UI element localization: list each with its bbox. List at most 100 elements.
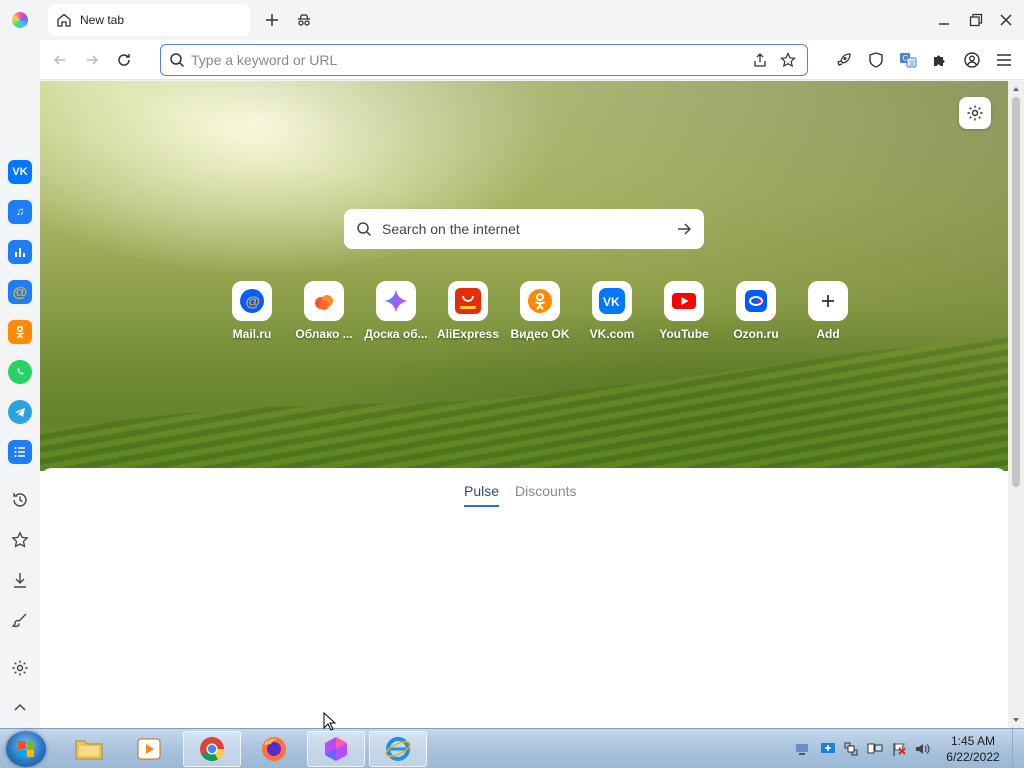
plus-icon bbox=[266, 14, 278, 26]
tab-new-tab[interactable]: New tab bbox=[48, 4, 250, 36]
tray-volume-icon[interactable] bbox=[914, 741, 930, 757]
browser-logo-icon[interactable] bbox=[12, 12, 28, 28]
rocket-icon bbox=[837, 53, 851, 66]
page-scrollbar[interactable] bbox=[1008, 81, 1024, 728]
tray-network-icon[interactable] bbox=[794, 741, 810, 757]
page-settings-button[interactable] bbox=[959, 97, 991, 129]
vk-icon: VK bbox=[592, 281, 632, 321]
taskbar-atom-browser[interactable] bbox=[307, 731, 365, 767]
sidebar-app-telegram[interactable] bbox=[8, 400, 32, 424]
collapse-sidebar-button[interactable] bbox=[10, 698, 30, 718]
new-tab-button[interactable] bbox=[262, 10, 282, 30]
sidebar-app-music[interactable]: ♫ bbox=[8, 200, 32, 224]
ozon-icon bbox=[736, 281, 776, 321]
speed-dial: @ Mail.ru Облако ... Доска об... AliExpr… bbox=[216, 281, 848, 345]
scroll-down-arrow-icon[interactable] bbox=[1012, 716, 1020, 724]
sidebar-app-whatsapp[interactable] bbox=[8, 360, 32, 384]
sidebar-app-tasks[interactable] bbox=[8, 440, 32, 464]
mouse-cursor-icon bbox=[323, 712, 337, 731]
tab-pulse[interactable]: Pulse bbox=[464, 483, 500, 507]
taskbar: 1:45 AM 6/22/2022 bbox=[0, 728, 1024, 768]
search-icon bbox=[170, 53, 185, 68]
chrome-icon bbox=[200, 737, 224, 762]
title-bar: New tab bbox=[0, 0, 1024, 40]
scroll-up-arrow-icon[interactable] bbox=[1012, 85, 1020, 93]
firefox-icon bbox=[262, 737, 286, 761]
aliexpress-icon bbox=[448, 281, 488, 321]
restore-button[interactable] bbox=[966, 10, 986, 30]
tile-vk[interactable]: VK VK.com bbox=[576, 281, 648, 345]
arrow-right-icon[interactable] bbox=[676, 221, 692, 237]
bookmarks-button[interactable] bbox=[10, 530, 30, 550]
themes-button[interactable] bbox=[10, 610, 30, 630]
atom-browser-icon bbox=[325, 737, 347, 761]
incognito-button[interactable] bbox=[294, 10, 314, 30]
downloads-button[interactable] bbox=[10, 570, 30, 590]
tray-windows-icon[interactable] bbox=[843, 741, 859, 757]
internet-explorer-icon bbox=[385, 737, 411, 761]
scrollbar-thumb[interactable] bbox=[1012, 97, 1020, 487]
sidebar-app-mail[interactable]: @ bbox=[8, 280, 32, 304]
background-image: Search on the internet @ Mail.ru Облако … bbox=[40, 81, 1008, 471]
minimize-button[interactable] bbox=[934, 10, 954, 30]
sidebar-app-ok[interactable] bbox=[8, 320, 32, 344]
history-icon bbox=[13, 493, 27, 507]
tile-add[interactable]: Add bbox=[792, 281, 864, 345]
protection-button[interactable] bbox=[866, 50, 886, 70]
tray-computer-icon[interactable] bbox=[867, 741, 883, 757]
settings-button[interactable] bbox=[10, 658, 30, 678]
rocket-button[interactable] bbox=[834, 50, 854, 70]
extensions-button[interactable] bbox=[930, 50, 950, 70]
clock-time: 1:45 AM bbox=[950, 734, 996, 748]
plus-icon bbox=[808, 281, 848, 321]
share-button[interactable] bbox=[751, 51, 769, 69]
svg-text:VK: VK bbox=[603, 295, 620, 309]
tile-youtube[interactable]: YouTube bbox=[648, 281, 720, 345]
profile-button[interactable] bbox=[962, 50, 982, 70]
download-icon bbox=[14, 573, 26, 588]
reload-button[interactable] bbox=[114, 50, 134, 70]
menu-button[interactable] bbox=[994, 50, 1014, 70]
mailru-icon: @ bbox=[232, 281, 272, 321]
start-button[interactable] bbox=[6, 731, 46, 767]
show-desktop-button[interactable] bbox=[1012, 729, 1024, 768]
tile-mailru[interactable]: @ Mail.ru bbox=[216, 281, 288, 345]
taskbar-internet-explorer[interactable] bbox=[369, 731, 427, 767]
hamburger-menu-icon bbox=[997, 54, 1011, 66]
feed-tabs: Pulse Discounts bbox=[464, 483, 577, 507]
translate-button[interactable]: G文 bbox=[898, 50, 918, 70]
search-icon bbox=[357, 222, 372, 237]
url-input[interactable] bbox=[185, 52, 751, 68]
taskbar-firefox[interactable] bbox=[245, 731, 303, 767]
address-bar[interactable] bbox=[160, 44, 808, 76]
tile-label: YouTube bbox=[659, 327, 709, 341]
tray-flag-alert-icon[interactable] bbox=[891, 741, 907, 757]
folder-icon bbox=[75, 740, 103, 760]
tile-doska[interactable]: Доска об... bbox=[360, 281, 432, 345]
taskbar-chrome[interactable] bbox=[183, 731, 241, 767]
windows-logo-icon bbox=[18, 741, 34, 757]
tray-display-icon[interactable] bbox=[820, 741, 836, 757]
tile-ozon[interactable]: Ozon.ru bbox=[720, 281, 792, 345]
taskbar-explorer[interactable] bbox=[60, 731, 118, 767]
brush-icon bbox=[11, 613, 27, 628]
sidebar-app-stats[interactable] bbox=[8, 240, 32, 264]
bookmark-star-button[interactable] bbox=[779, 51, 797, 69]
internet-search-box[interactable]: Search on the internet bbox=[344, 209, 704, 249]
taskbar-media-player[interactable] bbox=[120, 731, 178, 767]
tile-video-ok[interactable]: Видео OK bbox=[504, 281, 576, 345]
tab-discounts[interactable]: Discounts bbox=[515, 483, 576, 507]
sidebar-app-vk[interactable]: VK bbox=[8, 160, 32, 184]
history-button[interactable] bbox=[10, 490, 30, 510]
new-tab-page: Search on the internet @ Mail.ru Облако … bbox=[40, 81, 1008, 728]
youtube-icon bbox=[664, 281, 704, 321]
tile-aliexpress[interactable]: AliExpress bbox=[432, 281, 504, 345]
tile-oblako[interactable]: Облако ... bbox=[288, 281, 360, 345]
close-button[interactable] bbox=[996, 10, 1016, 30]
taskbar-clock[interactable]: 1:45 AM 6/22/2022 bbox=[940, 733, 1006, 765]
telegram-icon bbox=[15, 408, 25, 417]
mail-at-icon: @ bbox=[12, 283, 28, 301]
forward-button[interactable] bbox=[82, 50, 102, 70]
back-button[interactable] bbox=[50, 50, 70, 70]
music-icon: ♫ bbox=[15, 206, 25, 218]
